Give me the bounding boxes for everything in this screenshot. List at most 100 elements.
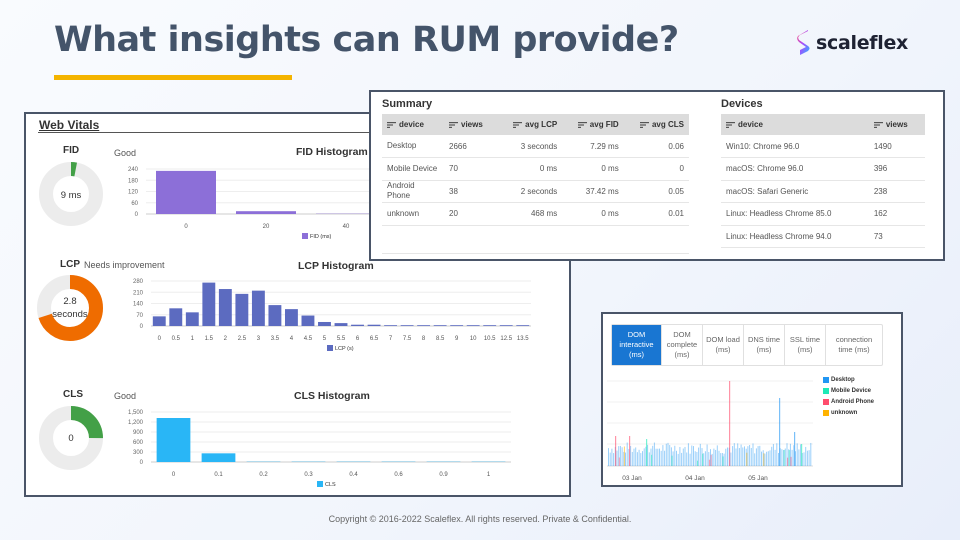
timing-bar — [693, 446, 694, 466]
x-tick-label: 0 — [184, 224, 188, 230]
y-tick-label: 1,200 — [128, 420, 144, 426]
timing-bar — [754, 453, 756, 466]
x-tick-label: 2.5 — [238, 336, 247, 342]
tab-ssl-time-ms[interactable]: SSL time (ms) — [785, 325, 826, 365]
histogram-bar — [251, 290, 265, 326]
timing-spike — [794, 432, 796, 466]
legend-item[interactable]: Android Phone — [823, 396, 874, 407]
timing-spike — [629, 436, 631, 466]
sort-icon — [449, 121, 458, 128]
y-tick-label: 60 — [131, 201, 138, 207]
cls-histogram: 1,500 1,200 900 600 300 0 0 0.1 0.2 0.3 0.4 0.6 0.9 1… — [128, 410, 511, 488]
x-tick-label: 4.5 — [304, 336, 313, 342]
histogram-bar — [499, 325, 513, 326]
table-row[interactable]: unknown 20 468 ms 0 ms 0.01 — [382, 202, 689, 226]
tab-dns-time-ms[interactable]: DNS time (ms) — [744, 325, 785, 365]
logo-text: scaleflex — [816, 32, 909, 54]
tab-dom-complete-ms[interactable]: DOM complete (ms) — [662, 325, 703, 365]
tab-dom-load-ms[interactable]: DOM load (ms) — [703, 325, 744, 365]
legend-label: Mobile Device — [831, 387, 872, 394]
histogram-bar — [268, 305, 282, 326]
timing-bar — [769, 450, 771, 466]
x-tick-label: 8.5 — [436, 336, 445, 342]
legend-swatch — [823, 387, 829, 394]
timing-bar — [784, 448, 786, 466]
table-cell: macOS: Safari Generic — [721, 180, 869, 203]
column-header-device[interactable]: device — [382, 114, 444, 135]
table-cell: 20 — [444, 202, 497, 226]
table-row[interactable]: Mobile Device 70 0 ms 0 ms 0 — [382, 157, 689, 181]
timing-bar — [623, 446, 625, 466]
legend-swatch — [823, 376, 829, 383]
table-cell: 0 ms — [562, 202, 624, 226]
histogram-bar — [316, 213, 376, 214]
tab-connection-time-ms[interactable]: connection time (ms) — [826, 325, 882, 365]
histogram-bar — [202, 282, 216, 326]
timing-bar — [805, 446, 807, 466]
x-tick-label: 20 — [263, 224, 270, 230]
timing-panel: DOM interactive (ms) DOM complete (ms) DOM… — [601, 312, 903, 487]
table-row[interactable]: macOS: Chrome 96.0 396 — [721, 157, 925, 181]
timing-bar — [694, 451, 696, 466]
timing-bar — [664, 450, 666, 466]
timing-bar — [744, 446, 745, 466]
timing-bar — [740, 444, 742, 466]
fid-status: Good — [114, 148, 137, 158]
table-row[interactable]: Desktop 2666 3 seconds 7.29 ms 0.06 — [382, 135, 689, 158]
histogram-bar — [246, 461, 281, 462]
timing-bar — [715, 449, 717, 466]
timing-bar — [655, 448, 657, 466]
histogram-bar — [466, 325, 480, 326]
timing-bar — [723, 453, 725, 466]
timing-bar — [808, 450, 810, 466]
timing-spike — [729, 381, 731, 466]
table-row[interactable]: Win10: Chrome 96.0 1490 — [721, 135, 925, 158]
timing-bar — [672, 451, 674, 466]
column-header-views[interactable]: views — [868, 114, 925, 135]
table-cell: 70 — [444, 157, 497, 181]
table-cell: 468 ms — [496, 202, 563, 226]
table-row[interactable]: Android Phone 38 2 seconds 37.42 ms 0.05 — [382, 180, 689, 203]
copyright-footer: Copyright © 2016-2022 Scaleflex. All rig… — [328, 514, 632, 524]
y-tick-label: 0 — [140, 460, 144, 466]
histogram-bar — [156, 418, 191, 462]
table-cell: Mobile Device — [382, 157, 444, 181]
timing-bar — [651, 454, 653, 466]
x-tick-label: 05 Jan — [748, 475, 768, 482]
legend-item[interactable]: unknown — [823, 407, 874, 418]
timing-bar — [783, 449, 785, 466]
timing-bar — [810, 442, 812, 466]
histogram-bar — [235, 293, 249, 326]
column-header-device[interactable]: device — [721, 114, 869, 135]
table-cell: 2666 — [444, 135, 497, 158]
table-row[interactable]: Linux: Headless Chrome 85.0 162 — [721, 202, 925, 226]
timing-bar — [781, 449, 783, 466]
legend-item[interactable]: Desktop — [823, 374, 874, 385]
legend-item[interactable]: Mobile Device — [823, 385, 874, 396]
table-row[interactable]: macOS: Safari Generic 238 — [721, 180, 925, 203]
timing-bar — [722, 456, 724, 466]
web-vitals-title: Web Vitals — [39, 118, 100, 132]
table-cell: 38 — [444, 180, 497, 203]
lcp-histogram: 280 210 140 70 0 0 0.5 1 1.5 2 2.5 3 3.5 4 4.5 5 5.5 6 6.5… — [133, 279, 531, 352]
timing-bar — [659, 448, 660, 466]
x-tick-label: 4 — [290, 336, 294, 342]
x-tick-label: 10 — [470, 336, 477, 342]
tab-dom-interactive-ms[interactable]: DOM interactive (ms) — [612, 325, 662, 365]
column-header-avg-cls[interactable]: avg CLS — [623, 114, 689, 135]
table-cell: Linux: Headless Chrome 94.0 — [721, 225, 869, 248]
histogram-bar — [301, 315, 315, 326]
histogram-bar — [218, 289, 232, 326]
timing-bar — [636, 452, 638, 466]
column-header-avg-lcp[interactable]: avg LCP — [496, 114, 563, 135]
timing-bar — [732, 446, 734, 466]
cls-label: CLS — [63, 389, 83, 400]
column-header-views[interactable]: views — [444, 114, 497, 135]
timing-bar — [684, 446, 686, 466]
table-row[interactable]: Linux: Headless Chrome 94.0 73 — [721, 225, 925, 248]
x-tick-label: 12.5 — [500, 336, 512, 342]
histogram-bar — [367, 324, 381, 326]
column-header-avg-fid[interactable]: avg FID — [562, 114, 624, 135]
timing-bar — [771, 446, 773, 466]
table-cell: 238 — [868, 180, 925, 203]
